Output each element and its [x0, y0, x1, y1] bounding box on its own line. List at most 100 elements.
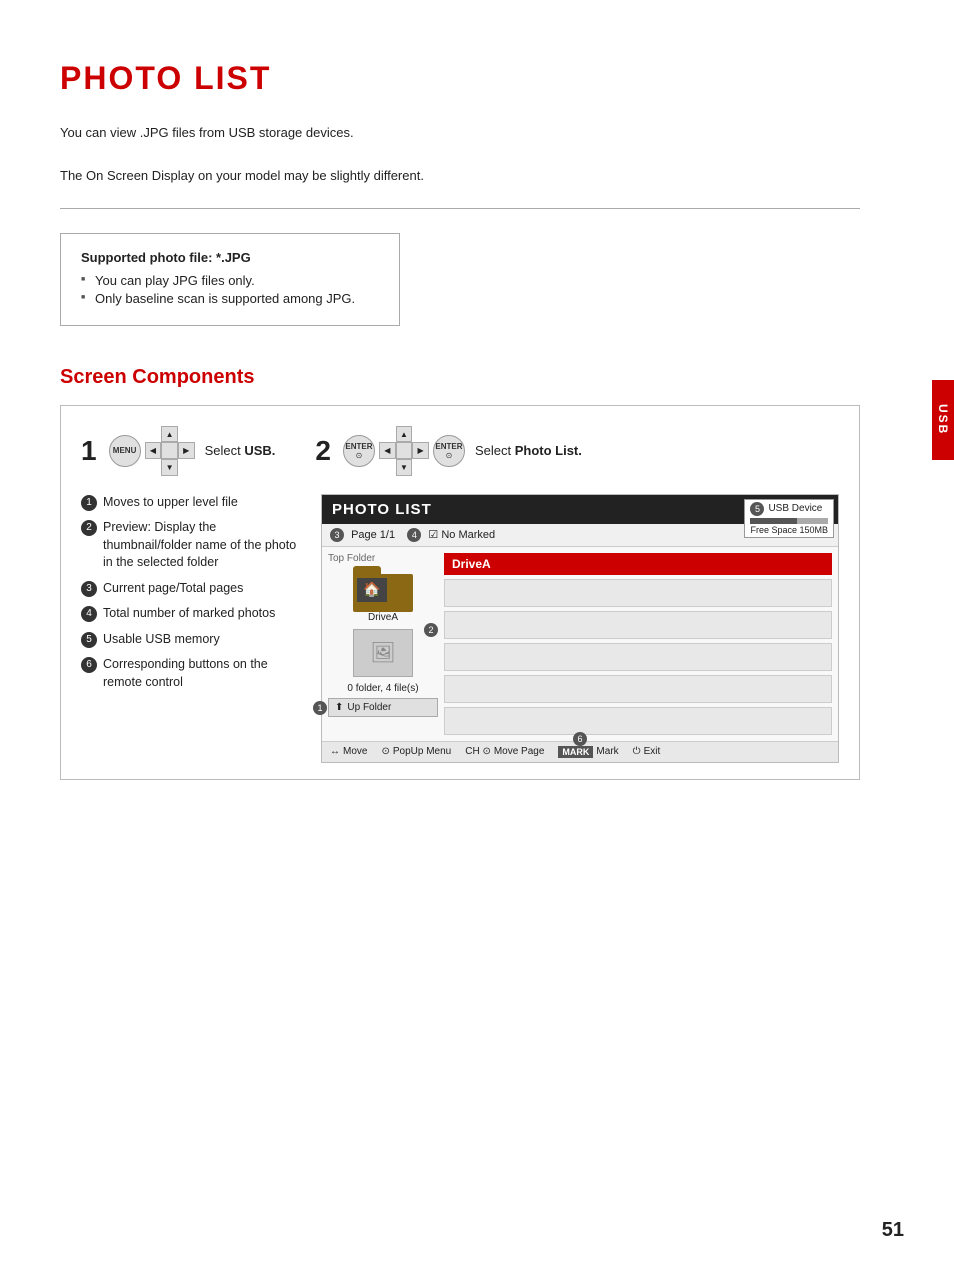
folder-panel: Top Folder 🏠 DriveA	[328, 553, 438, 735]
up-folder-icon: ⬆	[335, 702, 343, 713]
usb-free-label: Free Space 150MB	[750, 525, 828, 535]
annotation-4: 4 Total number of marked photos	[81, 605, 301, 623]
step-2-number: 2	[315, 435, 331, 467]
photo-thumb-icon: 🖼	[370, 640, 395, 665]
file-row-5	[444, 707, 832, 735]
intro-line-2: The On Screen Display on your model may …	[60, 164, 860, 187]
ann-num-6: 6	[81, 657, 97, 673]
dpad-left[interactable]: ◀	[145, 442, 162, 459]
info-item-2: Only baseline scan is supported among JP…	[81, 291, 379, 306]
marker-5: 5	[750, 502, 764, 516]
dpad-center[interactable]	[161, 442, 178, 459]
drive-a-folder-label: DriveA	[368, 612, 398, 623]
dpad2-up[interactable]: ▲	[396, 426, 413, 443]
photo-list-footer: 6 ↔ Move ⊙ PopUp Menu CH ⊙ Move Page MA	[322, 741, 838, 762]
step-2-label: Select Photo List.	[475, 443, 582, 458]
popup-icon: ⊙	[381, 746, 389, 757]
drive-a-folder[interactable]: 🏠 DriveA	[328, 566, 438, 623]
footer-move: ↔ Move	[330, 746, 367, 757]
mark-badge: MARK	[558, 746, 593, 758]
usb-indicator: 5 USB Device Free Space 150MB	[744, 499, 834, 538]
annotation-1: 1 Moves to upper level file	[81, 494, 301, 512]
up-folder-label: Up Folder	[347, 702, 391, 713]
movepage-label: Move Page	[494, 746, 545, 757]
intro-line-1: You can view .JPG files from USB storage…	[60, 121, 860, 144]
usb-side-tab: USB	[932, 380, 954, 460]
screen-components-box: 1 MENU ▲ ◀ ▶ ▼ Select US	[60, 405, 860, 780]
file-row-4	[444, 675, 832, 703]
dpad-right[interactable]: ▶	[178, 442, 195, 459]
ch-icon: CH ⊙	[465, 746, 491, 757]
exit-icon: ⏻	[633, 746, 641, 757]
marker-2: 2	[424, 623, 438, 637]
marker-4: 4	[407, 528, 421, 542]
info-box: Supported photo file: *.JPG You can play…	[60, 233, 400, 326]
drive-a-selected[interactable]: DriveA	[444, 553, 832, 575]
step-2-buttons: ENTER ⊙ ▲ ◀ ▶ ▼ ENTER ⊙	[343, 426, 465, 476]
enter-button-2[interactable]: ENTER ⊙	[433, 435, 465, 467]
ann-text-5: Usable USB memory	[103, 631, 301, 649]
ann-text-6: Corresponding buttons on the remote cont…	[103, 656, 301, 691]
marker-3: 3	[330, 528, 344, 542]
dpad2-left[interactable]: ◀	[379, 442, 396, 459]
dpad-2[interactable]: ▲ ◀ ▶ ▼	[379, 426, 429, 476]
marker-6: 6	[573, 732, 587, 746]
ann-text-3: Current page/Total pages	[103, 580, 301, 598]
ann-num-2: 2	[81, 520, 97, 536]
up-folder[interactable]: 1 ⬆ Up Folder	[328, 698, 438, 717]
usb-bar	[750, 518, 828, 524]
info-item-1: You can play JPG files only.	[81, 273, 379, 288]
menu-button[interactable]: MENU	[109, 435, 141, 467]
dpad-up[interactable]: ▲	[161, 426, 178, 443]
divider-1	[60, 208, 860, 209]
photo-list-mockup: PHOTO LIST 3 Page 1/1 4 ☑ No Marked 5	[321, 494, 839, 763]
info-box-title: Supported photo file: *.JPG	[81, 250, 379, 265]
footer-movepage[interactable]: CH ⊙ Move Page	[465, 746, 544, 757]
footer-exit[interactable]: ⏻ Exit	[633, 746, 661, 757]
annotation-2: 2 Preview: Display the thumbnail/folder …	[81, 519, 301, 572]
exit-label: Exit	[644, 746, 661, 757]
ann-num-3: 3	[81, 581, 97, 597]
file-row-3	[444, 643, 832, 671]
dpad-1[interactable]: ▲ ◀ ▶ ▼	[145, 426, 195, 476]
ann-num-5: 5	[81, 632, 97, 648]
step-1: 1 MENU ▲ ◀ ▶ ▼ Select US	[81, 426, 275, 476]
photo-thumbnail: 2 🖼	[328, 629, 438, 677]
step-1-number: 1	[81, 435, 97, 467]
ann-text-4: Total number of marked photos	[103, 605, 301, 623]
file-row-2	[444, 611, 832, 639]
popup-label: PopUp Menu	[393, 746, 451, 757]
dpad-down[interactable]: ▼	[161, 459, 178, 476]
ann-num-4: 4	[81, 606, 97, 622]
annotation-3: 3 Current page/Total pages	[81, 580, 301, 598]
annotations-panel: 1 Moves to upper level file 2 Preview: D…	[81, 494, 301, 763]
footer-popup[interactable]: ⊙ PopUp Menu	[381, 746, 451, 757]
footer-mark[interactable]: MARK Mark	[558, 746, 618, 758]
step-1-bold: USB.	[244, 443, 275, 458]
move-icon: ↔	[330, 746, 340, 757]
step-2: 2 ENTER ⊙ ▲ ◀ ▶ ▼ ENTER ⊙	[315, 426, 582, 476]
usb-device-label: USB Device	[768, 503, 822, 514]
section-heading: Screen Components	[60, 366, 860, 389]
usb-bar-fill	[750, 518, 797, 524]
step-1-label: Select USB.	[205, 443, 276, 458]
ann-text-1: Moves to upper level file	[103, 494, 301, 512]
file-row-1	[444, 579, 832, 607]
mark-label: Mark	[596, 746, 618, 757]
page-number: 51	[882, 1219, 904, 1242]
step-1-buttons: MENU ▲ ◀ ▶ ▼	[109, 426, 195, 476]
steps-row: 1 MENU ▲ ◀ ▶ ▼ Select US	[81, 426, 839, 476]
annotation-5: 5 Usable USB memory	[81, 631, 301, 649]
ann-num-1: 1	[81, 495, 97, 511]
enter-button-1[interactable]: ENTER ⊙	[343, 435, 375, 467]
dpad2-center[interactable]	[396, 442, 413, 459]
marker-1: 1	[313, 701, 327, 715]
folder-count: 0 folder, 4 file(s)	[328, 683, 438, 694]
dpad2-down[interactable]: ▼	[396, 459, 413, 476]
page-title: PHOTO LIST	[60, 60, 860, 97]
info-box-list: You can play JPG files only. Only baseli…	[81, 273, 379, 306]
photo-thumb: 🖼	[353, 629, 413, 677]
diagram-area: 1 Moves to upper level file 2 Preview: D…	[81, 494, 839, 763]
move-label: Move	[343, 746, 367, 757]
dpad2-right[interactable]: ▶	[412, 442, 429, 459]
